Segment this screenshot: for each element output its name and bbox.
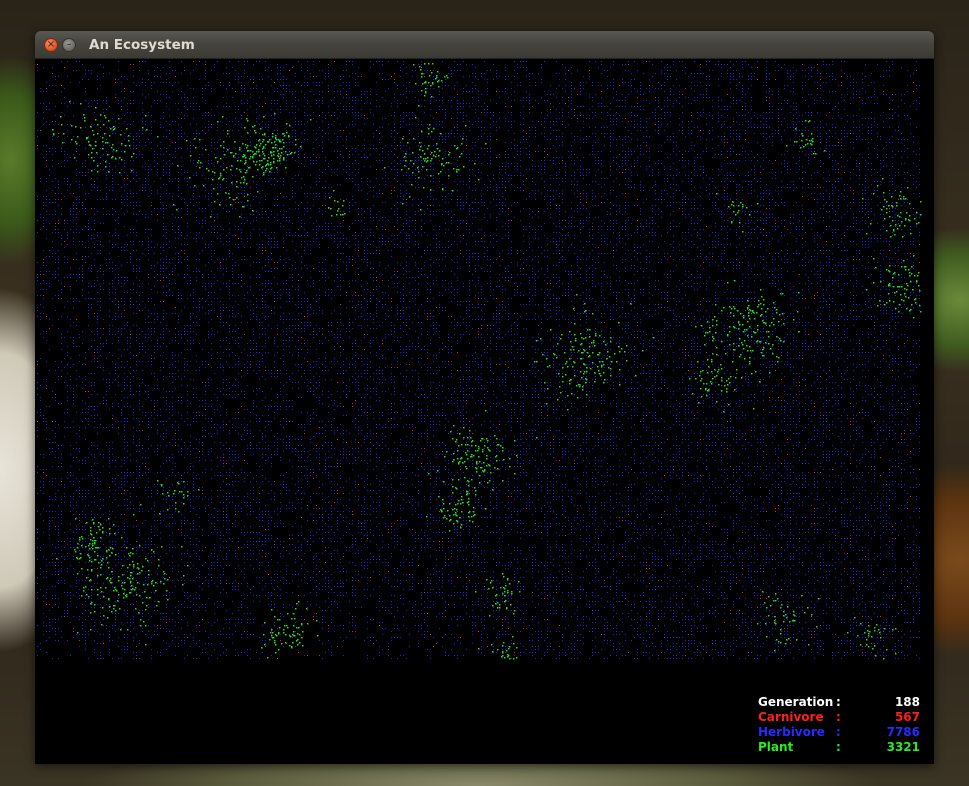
stat-herbivore-value: 7786 (887, 725, 920, 740)
stat-herbivore-label: Herbivore (758, 725, 825, 740)
carnivore-dots (37, 61, 920, 659)
stat-herbivore-sep: : (836, 725, 841, 740)
close-button[interactable]: × (44, 38, 58, 52)
minimize-icon: – (67, 39, 72, 50)
stat-carnivore: Carnivore : 567 (758, 710, 920, 725)
simulation-canvas: Generation : 188 Carnivore : 567 Herbivo… (35, 59, 934, 764)
minimize-button[interactable]: – (62, 38, 76, 52)
stat-generation-value: 188 (895, 695, 920, 710)
stat-carnivore-label: Carnivore (758, 710, 824, 725)
stat-generation: Generation : 188 (758, 695, 920, 710)
plant-dots (52, 63, 922, 660)
stat-plant-value: 3321 (887, 740, 920, 755)
window-title: An Ecosystem (89, 31, 195, 59)
stat-plant-label: Plant (758, 740, 793, 755)
stat-carnivore-value: 567 (895, 710, 920, 725)
close-icon: × (47, 39, 55, 50)
herbivore-dots (37, 61, 920, 659)
stat-generation-label: Generation (758, 695, 833, 710)
simulation-field (37, 61, 922, 660)
ecosystem-window: × – An Ecosystem Generation : 188 Carniv… (35, 31, 934, 764)
title-bar[interactable]: × – An Ecosystem (35, 31, 934, 59)
stat-plant-sep: : (836, 740, 841, 755)
stat-carnivore-sep: : (836, 710, 841, 725)
stat-generation-sep: : (836, 695, 841, 710)
population-stats: Generation : 188 Carnivore : 567 Herbivo… (758, 695, 920, 755)
stat-plant: Plant : 3321 (758, 740, 920, 755)
stat-herbivore: Herbivore : 7786 (758, 725, 920, 740)
